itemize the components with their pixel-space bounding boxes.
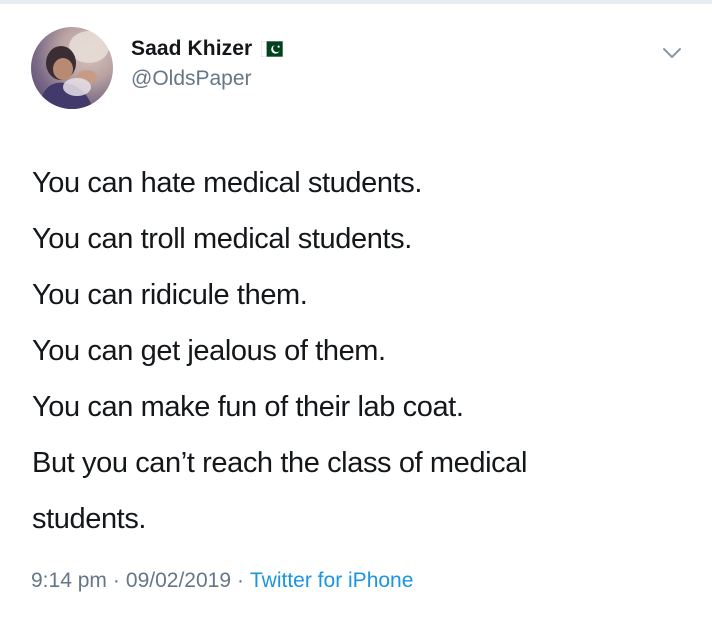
- tweet-text-line: But you can’t reach the class of medical: [32, 447, 527, 479]
- pakistan-flag-icon: [260, 40, 284, 58]
- tweet-text-line: You can troll medical students.: [32, 223, 412, 255]
- tweet-source-link[interactable]: Twitter for iPhone: [250, 569, 413, 592]
- tweet-text-line: You can ridicule them.: [32, 279, 308, 311]
- tweet-text-line: You can hate medical students.: [32, 167, 422, 199]
- author-block: Saad Khizer @OldsPaper: [131, 37, 284, 91]
- tweet-text-line: You can get jealous of them.: [32, 335, 386, 367]
- meta-separator: ·: [112, 569, 120, 592]
- display-name[interactable]: Saad Khizer: [131, 37, 252, 61]
- name-row: Saad Khizer: [131, 37, 284, 61]
- meta-separator: ·: [237, 569, 244, 592]
- tweet-text-line: You can make fun of their lab coat.: [32, 391, 464, 423]
- user-handle[interactable]: @OldsPaper: [131, 67, 283, 91]
- tweet-meta: 9:14 pm · 09/02/2019 · Twitter for iPhone: [31, 569, 413, 593]
- tweet-date[interactable]: 09/02/2019: [126, 569, 231, 592]
- profile-photo: [39, 31, 109, 109]
- tweet-card: Saad Khizer @OldsPaper You can hate medi…: [0, 0, 712, 622]
- chevron-down-icon[interactable]: [662, 46, 682, 60]
- tweet-time[interactable]: 9:14 pm: [31, 569, 107, 592]
- avatar[interactable]: [31, 27, 113, 109]
- tweet-text-line: students.: [32, 503, 147, 535]
- tweet-text: You can hate medical students. You can t…: [32, 155, 682, 547]
